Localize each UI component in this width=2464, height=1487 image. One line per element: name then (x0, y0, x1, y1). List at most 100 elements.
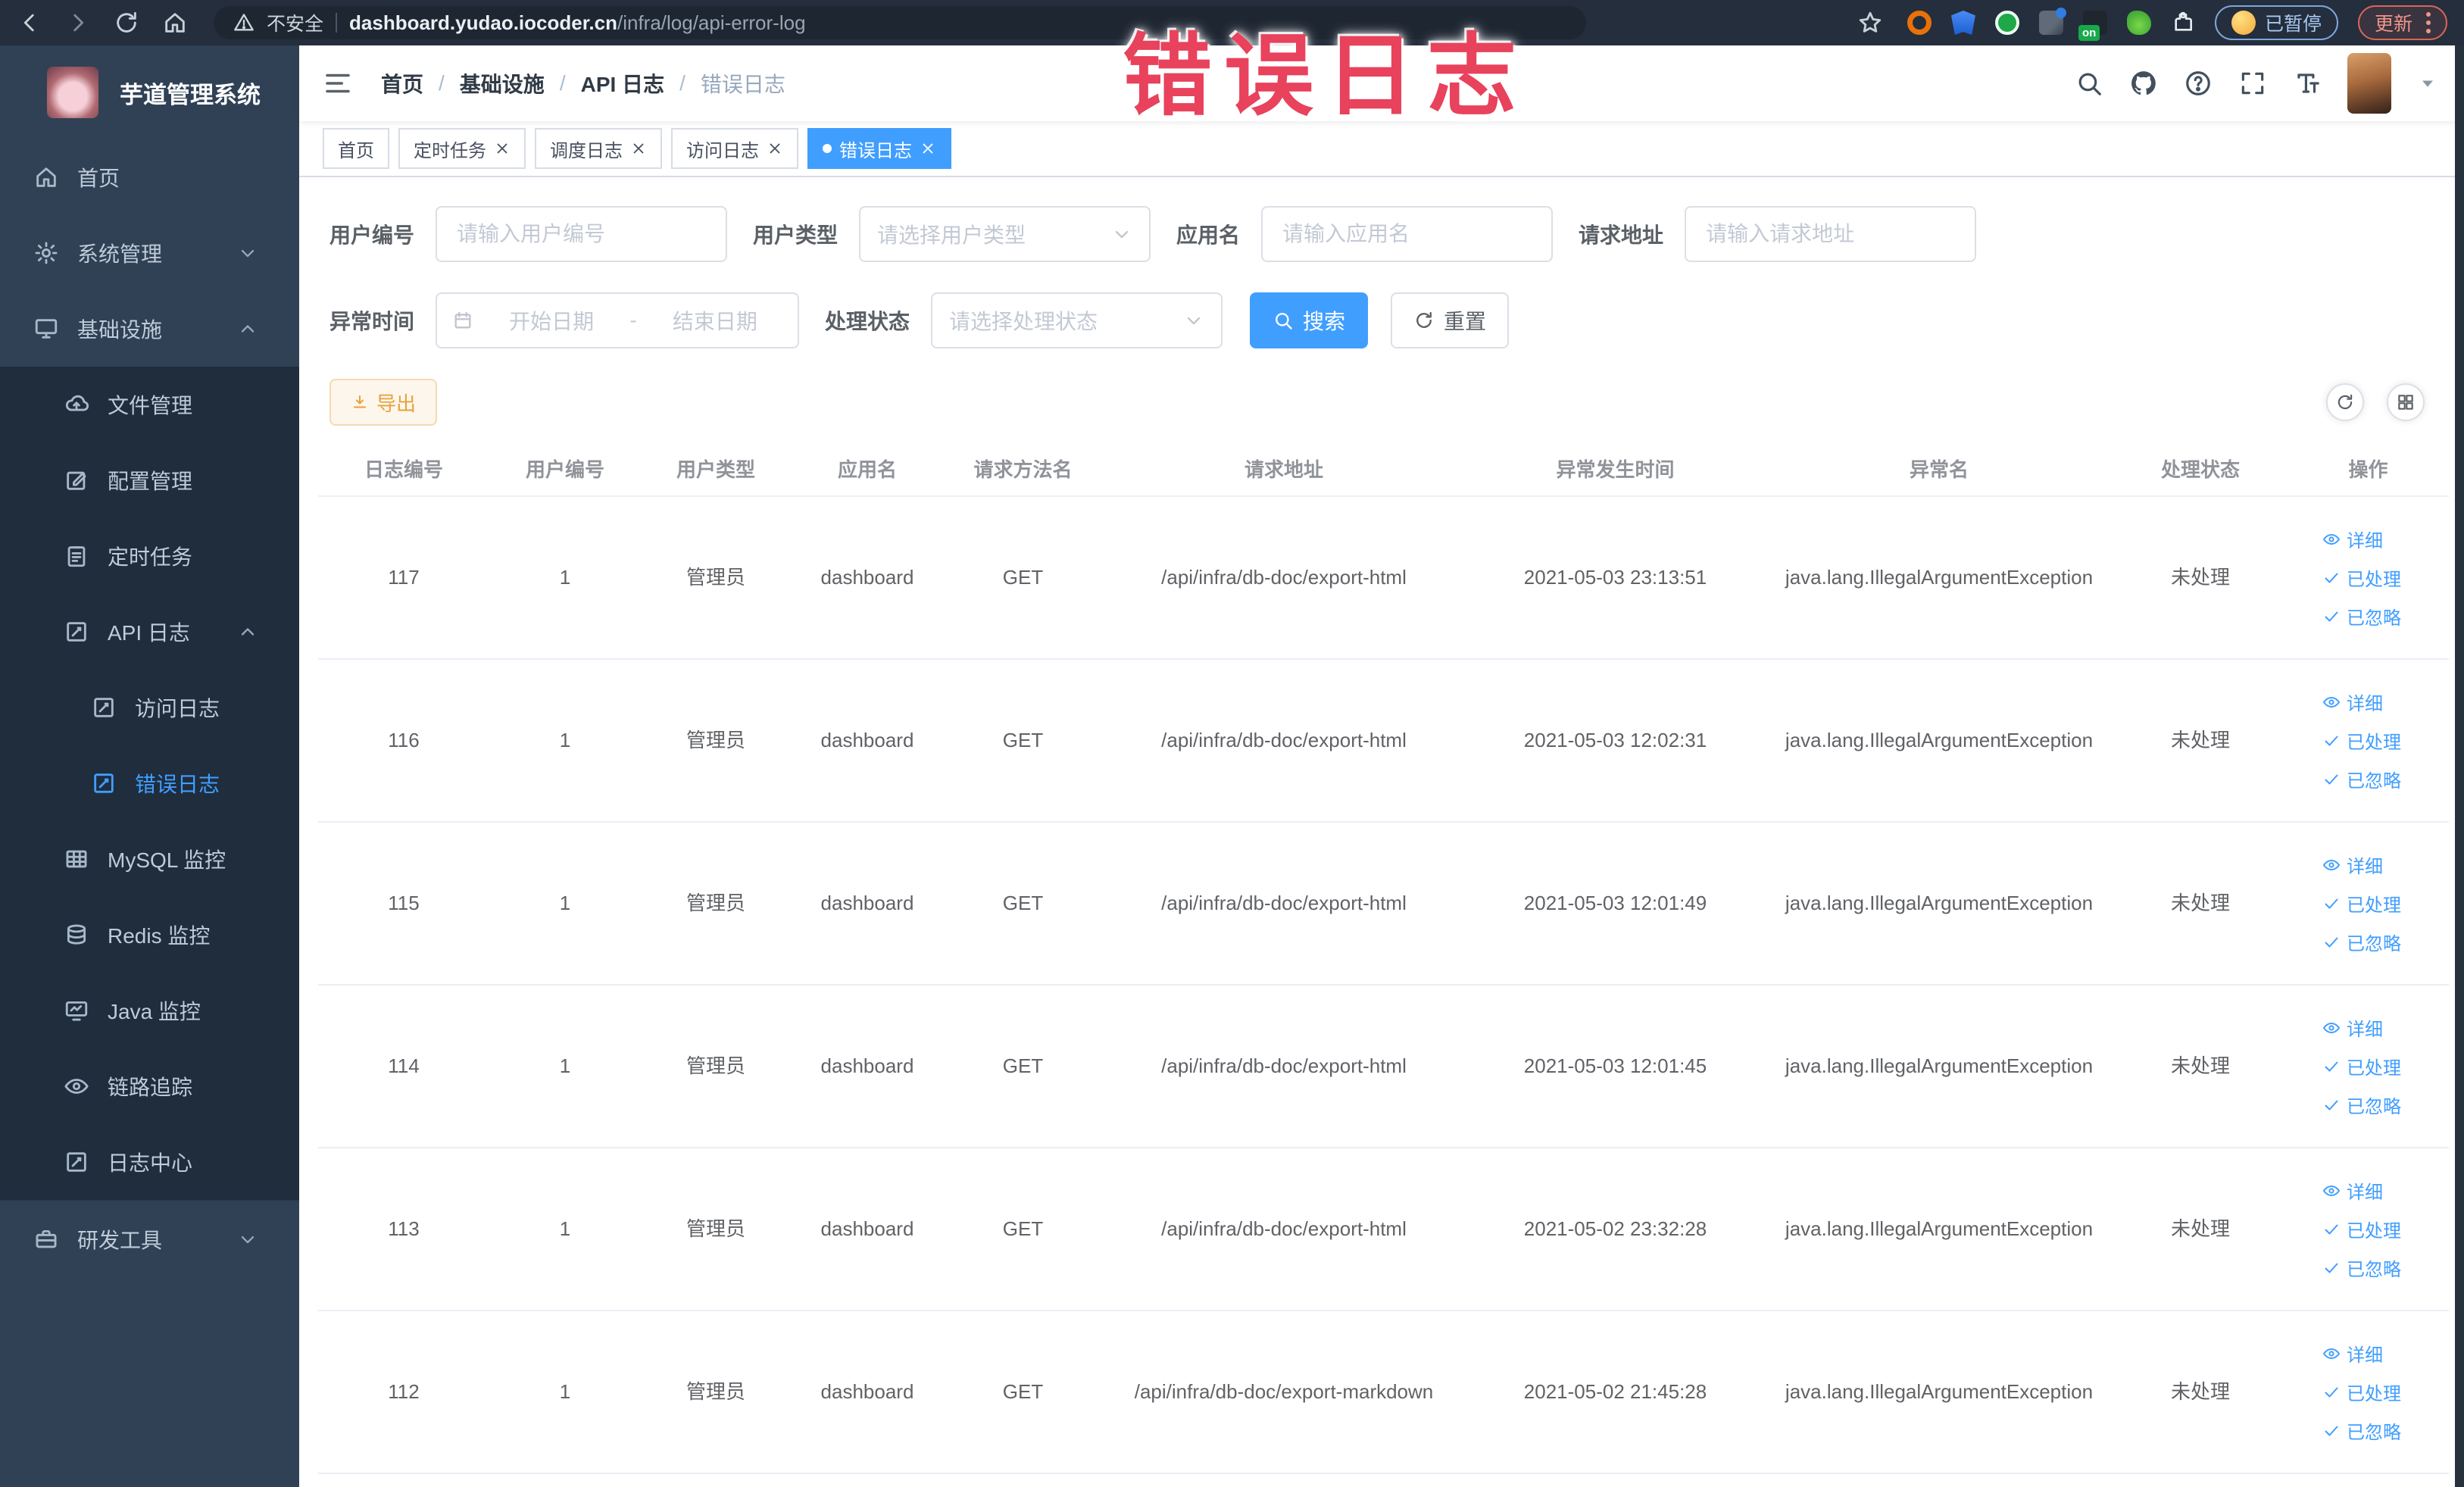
sidebar-item-label: 访问日志 (135, 697, 220, 720)
sidebar-item-access-log[interactable]: 访问日志 (0, 670, 299, 745)
table-row: 116 1 管理员 dashboard GET/api/infra/db-doc/exp… (318, 660, 2449, 823)
app-name-input[interactable] (1261, 206, 1554, 262)
extension-icon-green[interactable] (1994, 11, 2019, 35)
scrollbar[interactable] (2455, 45, 2464, 1487)
action-ignored[interactable]: 已忽略 (2322, 1417, 2401, 1444)
reload-icon[interactable] (114, 10, 139, 36)
close-icon[interactable] (630, 140, 647, 157)
column-settings-button[interactable] (2387, 383, 2425, 421)
sidebar-item-config[interactable]: 配置管理 (0, 442, 299, 518)
action-ignored[interactable]: 已忽略 (2322, 1254, 2401, 1281)
sidebar-item-api-log[interactable]: API 日志 (0, 594, 299, 670)
action-detail[interactable]: 详细 (2322, 689, 2383, 715)
eye-icon (2322, 530, 2341, 548)
cell-status: 未处理 (2170, 565, 2230, 589)
process-status-select[interactable]: 请选择处理状态 (931, 292, 1223, 348)
extension-icon-grid[interactable] (2038, 8, 2066, 35)
action-detail[interactable]: 详细 (2322, 851, 2383, 878)
action-ignored[interactable]: 已忽略 (2322, 929, 2401, 955)
action-processed[interactable]: 已处理 (2322, 1053, 2401, 1079)
filter-label: 用户类型 (753, 223, 839, 247)
breadcrumb-item[interactable]: 首页 (381, 68, 423, 98)
bookmark-star-icon[interactable] (1857, 10, 1883, 36)
extension-icon-shield[interactable] (1950, 11, 1975, 35)
sidebar-item-job[interactable]: 定时任务 (0, 518, 299, 594)
font-size-icon[interactable] (2293, 69, 2322, 98)
search-button[interactable]: 搜索 (1250, 292, 1369, 348)
close-icon[interactable] (494, 140, 511, 157)
close-icon[interactable] (767, 140, 783, 157)
table-header-cell: 请求地址 (1244, 458, 1323, 481)
close-icon[interactable] (920, 140, 936, 157)
refresh-table-button[interactable] (2326, 383, 2364, 421)
action-ignored[interactable]: 已忽略 (2322, 603, 2401, 629)
kebab-menu-icon[interactable] (2426, 12, 2431, 33)
home-icon[interactable] (162, 10, 188, 36)
date-range-picker[interactable]: 开始日期 - 结束日期 (436, 292, 800, 348)
tab-调度日志[interactable]: 调度日志 (535, 128, 662, 169)
tab-首页[interactable]: 首页 (323, 128, 389, 169)
user-id-input[interactable] (436, 206, 728, 262)
action-ignored[interactable]: 已忽略 (2322, 766, 2401, 792)
sidebar-item-home[interactable]: 首页 (0, 139, 299, 215)
sidebar-item-redis[interactable]: Redis 监控 (0, 897, 299, 973)
reset-button[interactable]: 重置 (1391, 292, 1510, 348)
cell-status: 未处理 (2170, 728, 2230, 751)
eye-icon (2322, 1345, 2341, 1363)
tab-访问日志[interactable]: 访问日志 (671, 128, 798, 169)
sidebar-item-system[interactable]: 系统管理 (0, 215, 299, 291)
extension-icon-switch[interactable]: on (2078, 11, 2107, 41)
back-icon[interactable] (17, 10, 42, 36)
select-placeholder: 请选择用户类型 (877, 223, 1026, 247)
address-bar[interactable]: 不安全 dashboard.yudao.iocoder.cn/infra/log… (214, 6, 1586, 39)
breadcrumb-item[interactable]: 基础设施 (460, 68, 545, 98)
github-icon[interactable] (2129, 69, 2158, 98)
app-logo-row[interactable]: 芋道管理系统 (0, 45, 299, 139)
action-detail[interactable]: 详细 (2322, 1177, 2383, 1204)
gear-icon (33, 240, 59, 266)
help-icon[interactable] (2184, 69, 2213, 98)
sidebar-item-dev-tools[interactable]: 研发工具 (0, 1200, 299, 1277)
breadcrumb-item[interactable]: API 日志 (581, 68, 664, 98)
search-icon[interactable] (2075, 69, 2103, 98)
cell-actions: 详细 已处理 已忽略 (2288, 689, 2449, 792)
extensions-puzzle-icon[interactable] (2171, 11, 2195, 35)
sidebar-item-infra[interactable]: 基础设施 (0, 291, 299, 367)
action-detail[interactable]: 详细 (2322, 526, 2383, 552)
action-processed[interactable]: 已处理 (2322, 564, 2401, 591)
user-avatar[interactable] (2347, 53, 2391, 114)
address-divider (336, 13, 338, 33)
user-type-select[interactable]: 请选择用户类型 (859, 206, 1151, 262)
action-processed[interactable]: 已处理 (2322, 727, 2401, 754)
extension-icon-orange[interactable] (1907, 11, 1932, 35)
filter-process-status: 处理状态 请选择处理状态 (825, 292, 1223, 348)
request-url-input[interactable] (1685, 206, 1977, 262)
action-detail[interactable]: 详细 (2322, 1014, 2383, 1041)
export-button[interactable]: 导出 (329, 379, 438, 426)
action-detail[interactable]: 详细 (2322, 1340, 2383, 1367)
sidebar-item-mysql[interactable]: MySQL 监控 (0, 821, 299, 897)
sidebar-item-java[interactable]: Java 监控 (0, 973, 299, 1048)
sidebar-item-error-log[interactable]: 错误日志 (0, 745, 299, 821)
action-processed[interactable]: 已处理 (2322, 1379, 2401, 1405)
fullscreen-icon[interactable] (2238, 69, 2267, 98)
tab-定时任务[interactable]: 定时任务 (398, 128, 526, 169)
forward-icon[interactable] (65, 10, 91, 36)
extension-icon-sprout[interactable] (2126, 11, 2151, 35)
chevron-up-icon (237, 318, 258, 339)
action-processed[interactable]: 已处理 (2322, 1216, 2401, 1242)
calendar-icon (452, 310, 473, 331)
caret-down-icon[interactable] (2417, 73, 2438, 94)
action-processed[interactable]: 已处理 (2322, 890, 2401, 917)
tab-错误日志[interactable]: 错误日志 (807, 128, 951, 169)
update-button[interactable]: 更新 (2357, 5, 2447, 40)
sidebar-item-trace[interactable]: 链路追踪 (0, 1048, 299, 1124)
profile-paused-chip[interactable]: 已暂停 (2214, 5, 2338, 40)
action-label: 已处理 (2347, 570, 2401, 590)
check-icon (2322, 1220, 2341, 1239)
action-ignored[interactable]: 已忽略 (2322, 1092, 2401, 1118)
sidebar-item-file[interactable]: 文件管理 (0, 367, 299, 442)
sidebar-item-log-center[interactable]: 日志中心 (0, 1124, 299, 1200)
hamburger-icon[interactable] (322, 67, 354, 99)
chevron-down-icon (1111, 223, 1132, 245)
